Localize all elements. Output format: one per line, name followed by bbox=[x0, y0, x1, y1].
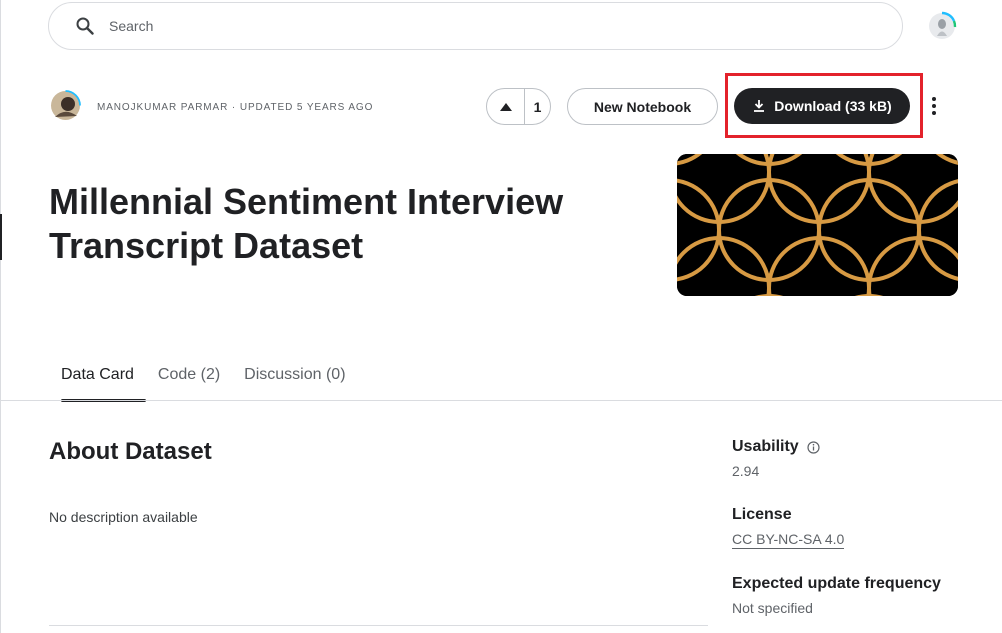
new-notebook-button[interactable]: New Notebook bbox=[567, 88, 718, 125]
info-icon[interactable] bbox=[807, 440, 820, 454]
tab-discussion[interactable]: Discussion (0) bbox=[232, 362, 357, 402]
tab-bar: Data Card Code (2) Discussion (0) bbox=[49, 362, 358, 402]
download-icon bbox=[752, 99, 766, 113]
license-section: License CC BY-NC-SA 4.0 bbox=[732, 506, 845, 549]
dataset-cover-image bbox=[677, 154, 958, 296]
tab-divider bbox=[0, 400, 1002, 401]
download-label: Download (33 kB) bbox=[774, 98, 892, 114]
tab-code[interactable]: Code (2) bbox=[146, 362, 232, 402]
user-avatar[interactable] bbox=[926, 10, 958, 42]
upvote-button[interactable] bbox=[487, 89, 525, 124]
content-divider bbox=[49, 625, 708, 626]
author-name[interactable]: MANOJKUMAR PARMAR bbox=[97, 102, 228, 113]
update-frequency-value: Not specified bbox=[732, 600, 813, 616]
page-left-border bbox=[0, 0, 1, 633]
usability-value: 2.94 bbox=[732, 463, 760, 479]
author-meta: MANOJKUMAR PARMAR · UPDATED 5 YEARS AGO bbox=[97, 102, 373, 113]
vote-count[interactable]: 1 bbox=[525, 99, 550, 115]
dataset-title: Millennial Sentiment Interview Transcrip… bbox=[49, 181, 564, 266]
download-button[interactable]: Download (33 kB) bbox=[734, 88, 910, 124]
more-options-icon[interactable] bbox=[922, 94, 946, 118]
author-avatar[interactable] bbox=[50, 90, 81, 121]
updated-time: UPDATED 5 YEARS AGO bbox=[239, 102, 374, 113]
search-bar[interactable] bbox=[48, 2, 903, 50]
tab-data-card[interactable]: Data Card bbox=[49, 362, 146, 402]
search-icon bbox=[75, 16, 95, 36]
update-frequency-label: Expected update frequency bbox=[732, 575, 941, 592]
usability-section: Usability 2.94 bbox=[732, 438, 820, 479]
vote-widget: 1 bbox=[486, 88, 551, 125]
about-heading: About Dataset bbox=[49, 438, 212, 465]
scroll-marker bbox=[0, 214, 2, 260]
search-input[interactable] bbox=[109, 18, 869, 34]
update-frequency-section: Expected update frequency Not specified bbox=[732, 575, 941, 616]
meta-separator: · bbox=[231, 102, 237, 113]
usability-label: Usability bbox=[732, 438, 799, 455]
license-link[interactable]: CC BY-NC-SA 4.0 bbox=[732, 531, 845, 549]
license-label: License bbox=[732, 506, 792, 523]
caret-up-icon bbox=[499, 102, 512, 111]
dataset-description: No description available bbox=[49, 509, 198, 525]
